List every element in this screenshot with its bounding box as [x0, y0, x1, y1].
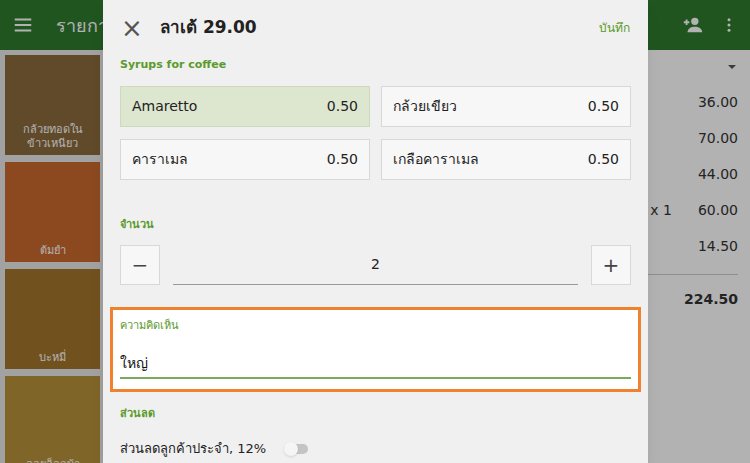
comment-value: ใหญ่ — [120, 353, 148, 374]
discount-row[interactable]: ส่วนลดลูกค้าประจำ, 12% — [120, 434, 631, 463]
section-label: Syrups for coffee — [120, 55, 631, 75]
dialog-body: Syrups for coffee Amaretto 0.50 กล้วยเขียว 0… — [103, 55, 648, 463]
syrup-price: 0.50 — [327, 149, 358, 170]
quantity-row: − 2 + — [120, 245, 631, 285]
syrup-grid: Amaretto0.50กล้วยเขียว0.50คาราเมล0.50เกล… — [120, 86, 631, 180]
syrup-name: Amaretto — [132, 96, 197, 117]
minus-button[interactable]: − — [120, 245, 160, 285]
dialog-title: ลาเต้ 29.00 — [160, 15, 257, 41]
discount-label: ส่วนลดลูกค้าประจำ, 12% — [120, 439, 266, 459]
syrup-name: เกลือคาราเมล — [393, 149, 479, 170]
save-button[interactable]: บันทึก — [599, 19, 630, 37]
toggle-knob — [284, 442, 298, 456]
syrup-price: 0.50 — [327, 96, 358, 117]
latte-dialog: × ลาเต้ 29.00 บันทึก Syrups for coffee Amare… — [103, 0, 648, 463]
syrup-price: 0.50 — [588, 96, 619, 117]
syrup-price: 0.50 — [588, 149, 619, 170]
comment-field[interactable]: ใหญ่ — [120, 349, 631, 379]
syrup-option[interactable]: กล้วยเขียว 0.50 — [381, 86, 631, 127]
discount-toggle[interactable] — [286, 444, 308, 454]
syrup-name: คาราเมล — [132, 149, 188, 170]
comment-label: ความคิดเห็น — [120, 317, 631, 335]
plus-button[interactable]: + — [591, 245, 631, 285]
comment-box: ความคิดเห็นใหญ่ — [110, 307, 641, 392]
quantity-value: 2 — [371, 254, 380, 275]
close-button[interactable]: × — [121, 15, 141, 41]
dialog-header: × ลาเต้ 29.00 บันทึก — [103, 0, 648, 55]
syrup-option[interactable]: คาราเมล 0.50 — [120, 139, 370, 180]
syrup-name: กล้วยเขียว — [393, 96, 457, 117]
syrup-option[interactable]: Amaretto 0.50 — [120, 86, 370, 127]
quantity-field[interactable]: 2 — [173, 245, 578, 285]
section-label: จำนวน — [120, 215, 631, 235]
syrup-option[interactable]: เกลือคาราเมล 0.50 — [381, 139, 631, 180]
section-label: ส่วนลด — [120, 404, 631, 424]
